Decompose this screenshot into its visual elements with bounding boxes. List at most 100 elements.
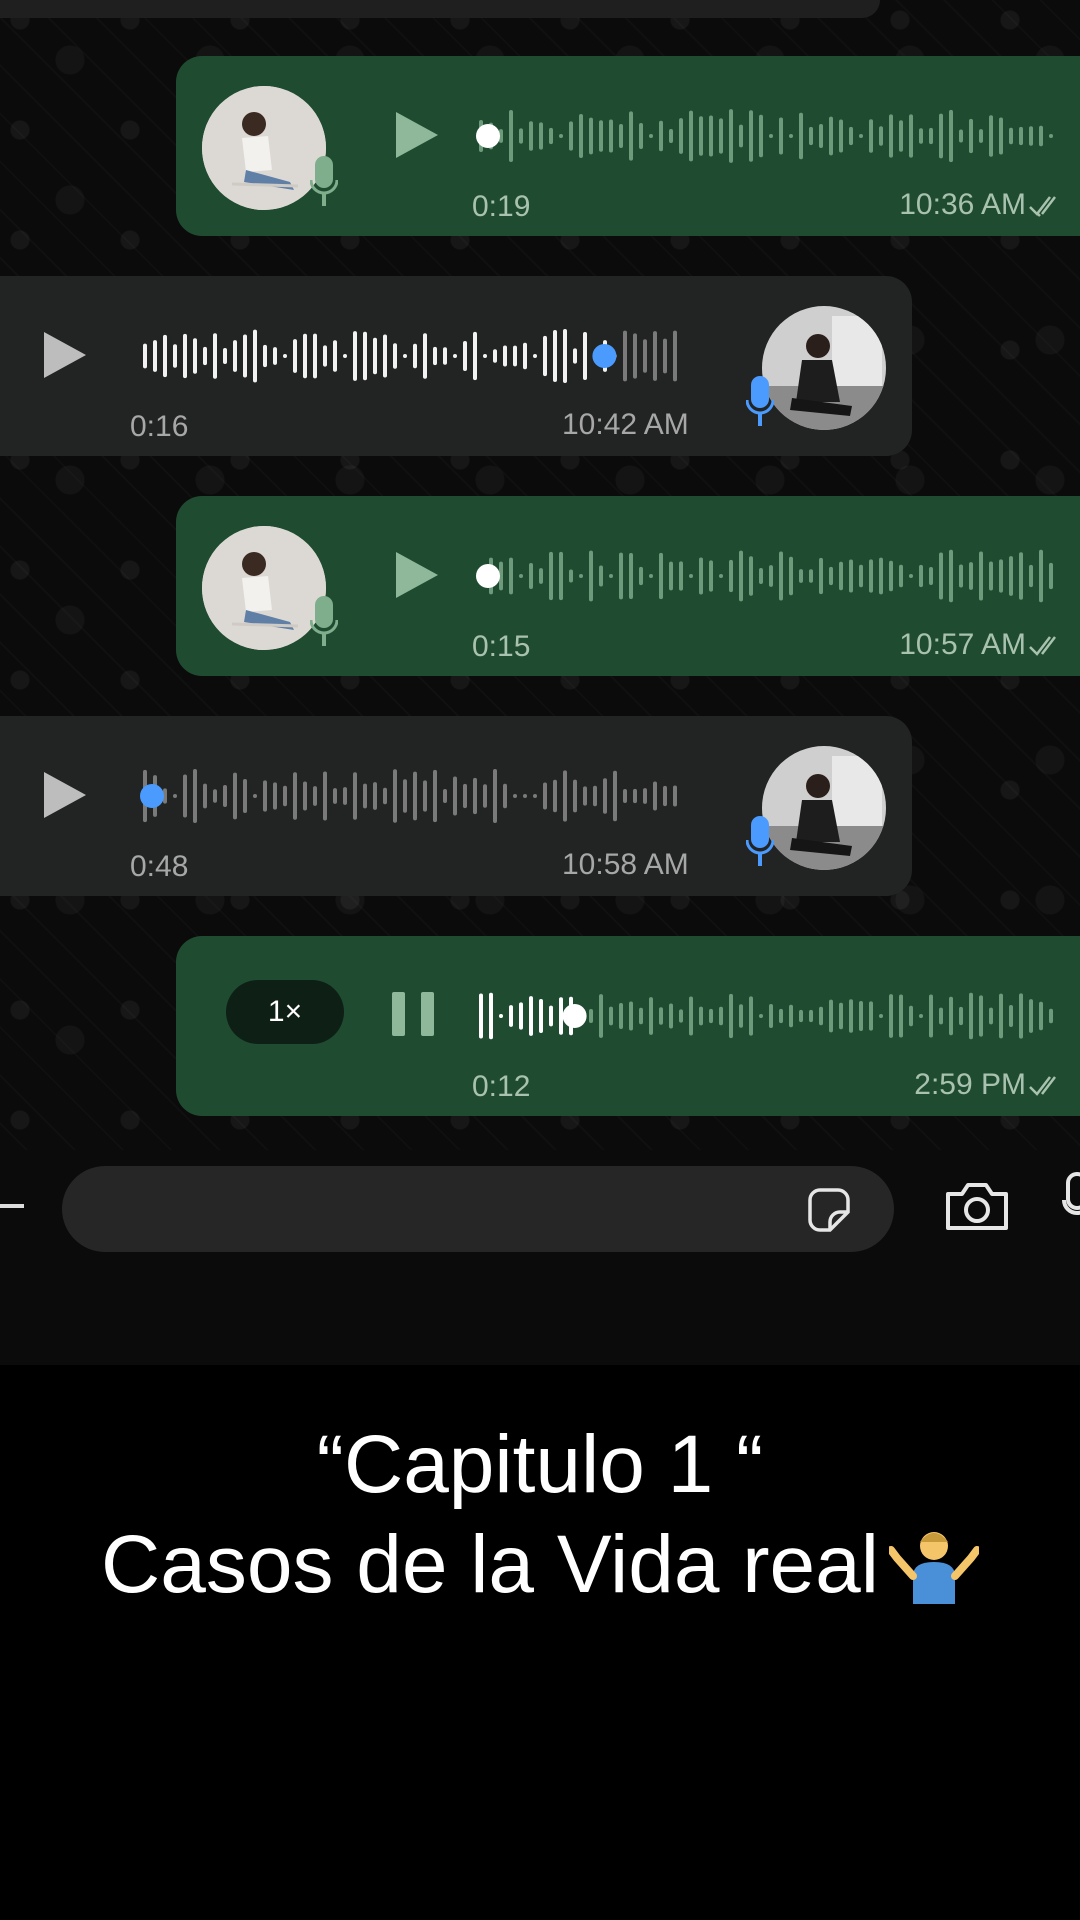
waveform-bar [483, 784, 487, 808]
waveform-bar [519, 128, 523, 144]
pause-icon[interactable] [392, 992, 434, 1036]
waveform-bar [1029, 999, 1033, 1033]
waveform-bar [283, 354, 287, 358]
waveform-bar [709, 1008, 713, 1024]
waveform-bar [769, 1004, 773, 1028]
waveform-bar [919, 564, 923, 588]
waveform-bar [589, 117, 593, 155]
waveform-bar [869, 559, 873, 593]
waveform-bar [203, 783, 207, 809]
waveform-bar [343, 787, 347, 805]
waveform-bar [669, 129, 673, 143]
sticker-icon[interactable] [804, 1186, 854, 1236]
waveform-bar [463, 341, 467, 371]
waveform[interactable] [476, 546, 1056, 606]
waveform-bar [1039, 1001, 1043, 1031]
sender-avatar [762, 746, 886, 870]
waveform-bar [919, 128, 923, 144]
waveform-bar [699, 1006, 703, 1026]
voice-message-outgoing[interactable]: 0:15 10:57 AM [176, 496, 1080, 676]
waveform-bar [619, 1003, 623, 1029]
waveform-bar [663, 785, 667, 807]
waveform-bar [443, 788, 447, 804]
message-time: 10:36 AM [899, 188, 1026, 221]
waveform-bar [353, 772, 357, 820]
playback-thumb[interactable] [476, 124, 500, 148]
waveform-bar [819, 123, 823, 149]
waveform[interactable] [140, 326, 680, 386]
sender-avatar [202, 86, 326, 210]
waveform-bar [1009, 556, 1013, 596]
waveform-bar [679, 561, 683, 591]
waveform-bar [403, 354, 407, 358]
waveform-bar [539, 568, 543, 584]
playback-thumb[interactable] [592, 344, 617, 368]
waveform-bar [709, 560, 713, 592]
waveform-bar [253, 794, 257, 798]
voice-message-incoming[interactable]: 0:16 10:42 AM [0, 276, 912, 456]
waveform-bar [1049, 562, 1053, 590]
waveform-bar [889, 114, 893, 158]
waveform-bar [709, 115, 713, 157]
double-check-icon [1029, 1076, 1056, 1096]
waveform-bar [569, 569, 573, 583]
waveform-bar [779, 551, 783, 601]
waveform[interactable] [140, 766, 680, 826]
playback-thumb[interactable] [140, 784, 164, 808]
waveform-bar [629, 1001, 633, 1031]
waveform-bar [629, 553, 633, 599]
message-time: 10:42 AM [562, 408, 689, 441]
waveform-bar [183, 774, 187, 818]
play-icon[interactable] [394, 110, 440, 160]
voice-duration: 0:15 [472, 630, 531, 663]
message-input[interactable] [62, 1166, 894, 1252]
voice-message-incoming[interactable]: 0:48 10:58 AM [0, 716, 912, 896]
waveform[interactable] [476, 106, 1056, 166]
waveform-bar [213, 333, 217, 379]
waveform-bar [699, 557, 703, 595]
waveform-bar [739, 124, 743, 148]
waveform-bar [583, 786, 587, 806]
play-icon[interactable] [42, 330, 88, 380]
waveform-bar [899, 994, 903, 1038]
play-icon[interactable] [394, 550, 440, 600]
play-icon[interactable] [42, 770, 88, 820]
message-time: 10:58 AM [562, 848, 689, 881]
playback-thumb[interactable] [476, 564, 500, 588]
waveform-bar [559, 551, 563, 601]
waveform-bar [989, 561, 993, 591]
waveform-bar [659, 1007, 663, 1025]
waveform-bar [639, 123, 643, 149]
mic-icon[interactable] [1062, 1172, 1080, 1232]
waveform-bar [719, 574, 723, 578]
waveform-bar [649, 574, 653, 578]
waveform-bar [729, 993, 733, 1039]
camera-icon[interactable] [944, 1180, 1010, 1232]
plus-icon[interactable] [0, 1204, 24, 1208]
waveform-bar [233, 340, 237, 372]
waveform-bar [769, 134, 773, 138]
waveform-bar [293, 339, 297, 373]
waveform-bar [679, 118, 683, 154]
waveform-bar [639, 1007, 643, 1025]
waveform-bar [829, 566, 833, 586]
waveform-bar [363, 783, 367, 809]
playback-thumb[interactable] [562, 1004, 587, 1028]
waveform-bar [383, 334, 387, 378]
caption-text: Casos de la Vida real [101, 1519, 879, 1610]
waveform-bar [869, 119, 873, 153]
voice-message-outgoing[interactable]: 0:19 10:36 AM [176, 56, 1080, 236]
waveform[interactable] [476, 986, 1056, 1046]
waveform-bar [759, 1014, 763, 1018]
waveform-bar [489, 992, 493, 1040]
waveform-bar [323, 771, 327, 821]
waveform-bar [969, 118, 973, 154]
waveform-bar [979, 129, 983, 143]
voice-message-outgoing[interactable]: 1× 0:12 2:59 PM [176, 936, 1080, 1116]
playback-speed-button[interactable]: 1× [226, 980, 344, 1044]
waveform-bar [549, 1005, 553, 1027]
waveform-bar [829, 999, 833, 1033]
waveform-bar [519, 574, 523, 578]
waveform-bar [799, 112, 803, 160]
waveform-bar [563, 770, 567, 822]
